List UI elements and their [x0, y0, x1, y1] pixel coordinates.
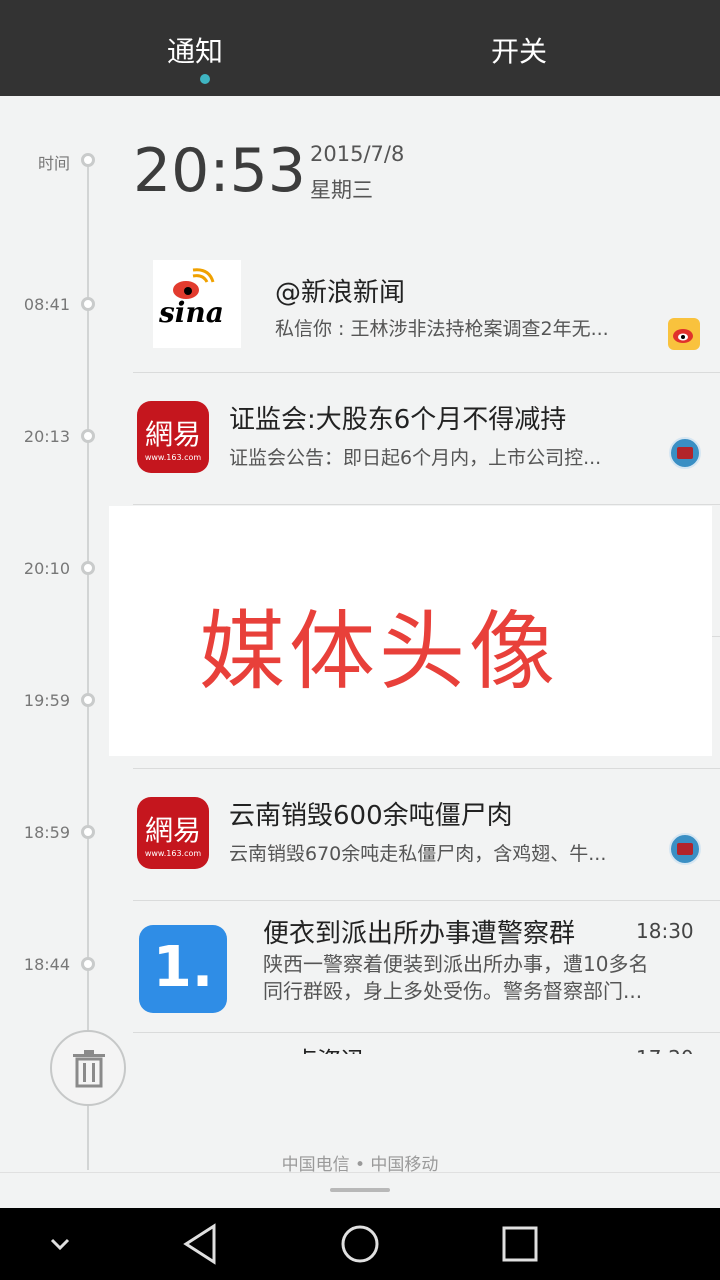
sina-logo-icon: sina — [153, 260, 241, 348]
timeline-time: 20:13 — [23, 427, 70, 446]
notification-time: 18:30 — [636, 919, 694, 943]
notification-title: 证监会:大股东6个月不得减持 — [229, 405, 567, 435]
timeline-time-label: 时间 — [37, 154, 70, 173]
tab-switch[interactable]: 开关 — [491, 30, 547, 70]
timeline-dot — [81, 153, 95, 167]
collapse-button[interactable] — [46, 1222, 74, 1270]
sina-wordmark: sina — [159, 296, 224, 329]
tab-bar: 通知 开关 — [0, 0, 720, 96]
timeline-dot — [81, 957, 95, 971]
timeline-time: 19:59 — [23, 691, 70, 710]
timeline-dot — [81, 693, 95, 707]
back-triangle-icon — [183, 1223, 216, 1265]
tab-notify[interactable]: 通知 — [167, 30, 223, 70]
netease-badge-icon — [669, 833, 701, 865]
one-app-icon: 1. — [139, 925, 227, 1013]
netease-logo-url: www.163.com — [144, 453, 202, 462]
notification-text-line: 同行群殴，身上多处受伤。警务督察部门... — [263, 979, 643, 1003]
notification-card[interactable]: sina @新浪新闻 私信你 : 王林涉非法持枪案调查2年无... — [133, 240, 720, 373]
timeline-dot — [81, 297, 95, 311]
notification-title: @新浪新闻 — [275, 278, 406, 308]
notification-timeline[interactable]: 时间 20:53 2015/7/8 星期三 08:41 20:13 20:10 … — [0, 96, 720, 1208]
netease-logo-text: 網易 — [144, 814, 201, 847]
notification-title-partial: 卢姿迅 — [293, 1041, 365, 1055]
timeline-time: 08:41 — [23, 295, 70, 314]
timeline-time: 18:44 — [23, 955, 70, 974]
notification-card[interactable]: 1. 便衣到派出所办事遭警察群 18:30 陕西一警察着便装到派出所办事，遭10… — [133, 901, 720, 1033]
bottom-divider — [0, 1172, 720, 1173]
notification-text: 证监会公告：即日起6个月内，上市公司控... — [229, 447, 602, 469]
notification-text-line: 陕西一警察着便装到派出所办事，遭10多名 — [263, 952, 649, 976]
home-button[interactable] — [340, 1222, 380, 1270]
netease-news-icon: 網易 www.163.com — [137, 401, 209, 473]
timeline-time: 18:59 — [23, 823, 70, 842]
netease-logo-url: www.163.com — [144, 849, 202, 858]
notification-card[interactable]: 網易 www.163.com 证监会:大股东6个月不得减持 证监会公告：即日起6… — [133, 373, 720, 505]
notification-card[interactable]: 網易 www.163.com 云南销毁600余吨僵尸肉 云南销毁670余吨走私僵… — [133, 769, 720, 901]
list-fade — [133, 1054, 720, 1094]
timeline-dot — [81, 429, 95, 443]
home-circle-icon — [341, 1225, 379, 1263]
netease-badge-icon — [669, 437, 701, 469]
placeholder-text: 媒体头像 — [199, 602, 559, 702]
drag-handle[interactable] — [330, 1188, 390, 1192]
clear-all-button[interactable] — [50, 1030, 126, 1106]
timeline-line — [87, 160, 89, 1170]
chevron-down-icon — [50, 1238, 70, 1251]
current-time: 20:53 — [133, 136, 306, 206]
netease-logo-text: 網易 — [144, 418, 201, 451]
notification-title: 云南销毁600余吨僵尸肉 — [229, 801, 513, 831]
recents-square-icon — [502, 1226, 538, 1262]
timeline-dot — [81, 825, 95, 839]
one-app-glyph: 1. — [152, 935, 214, 1000]
current-date: 2015/7/8 — [310, 142, 405, 166]
notification-text: 私信你 : 王林涉非法持枪案调查2年无... — [275, 318, 609, 340]
recents-button[interactable] — [500, 1222, 540, 1270]
notification-title: 便衣到派出所办事遭警察群 — [263, 919, 576, 949]
back-button[interactable] — [180, 1222, 220, 1270]
notification-text: 陕西一警察着便装到派出所办事，遭10多名 同行群殴，身上多处受伤。警务督察部门.… — [263, 951, 703, 1005]
media-avatar-placeholder: 媒体头像 — [109, 506, 712, 756]
current-weekday: 星期三 — [310, 178, 373, 202]
netease-news-icon: 網易 www.163.com — [137, 797, 209, 869]
timeline-time: 20:10 — [23, 559, 70, 578]
timeline-dot — [81, 561, 95, 575]
navigation-bar — [0, 1208, 720, 1280]
trash-icon — [73, 1050, 105, 1088]
notification-text: 云南销毁670余吨走私僵尸肉，含鸡翅、牛... — [229, 843, 607, 865]
weibo-icon — [668, 318, 700, 350]
active-tab-indicator — [200, 74, 210, 84]
